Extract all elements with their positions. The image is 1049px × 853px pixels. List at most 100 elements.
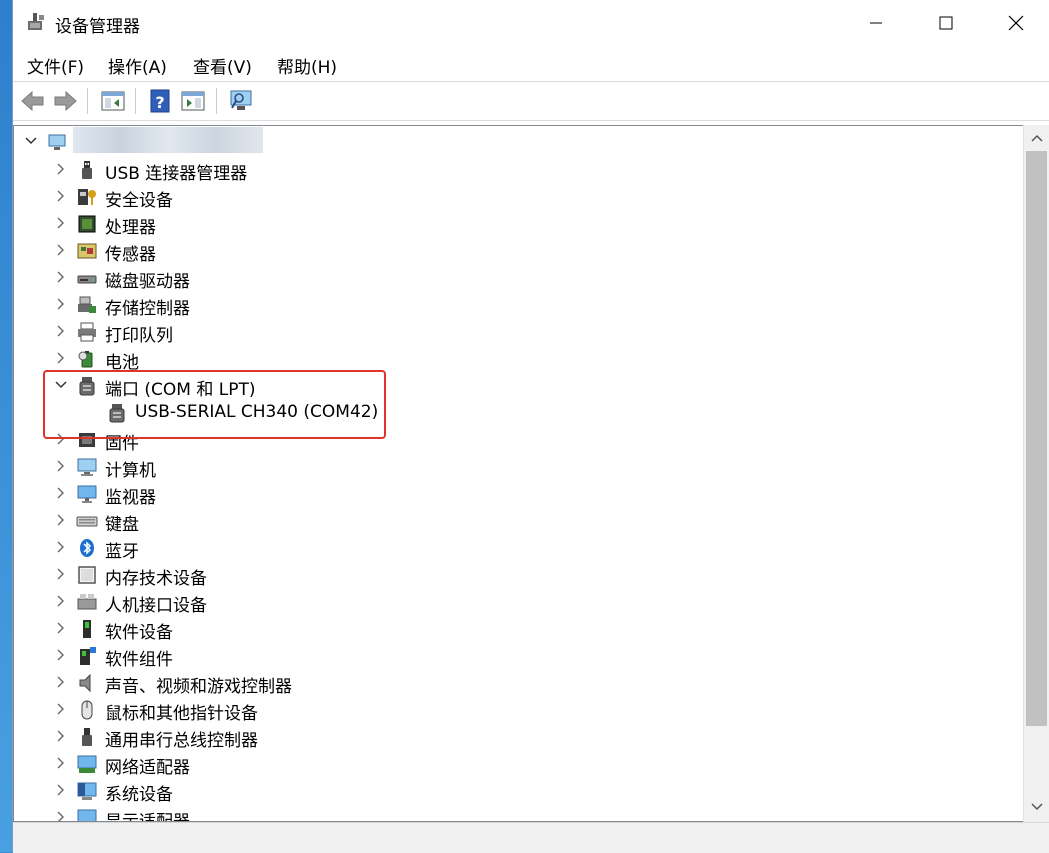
usb-controller-icon [82,728,92,746]
chevron-right-icon[interactable] [54,350,68,366]
menu-view[interactable]: 查看(V) [193,53,252,78]
tree-item[interactable]: 声音、视频和游戏控制器 [14,669,1014,697]
monitor-icon [77,485,97,503]
chevron-right-icon[interactable] [54,755,68,771]
display-adapter-icon [77,809,97,821]
chevron-right-icon[interactable] [54,647,68,663]
chevron-down-icon[interactable] [24,133,38,149]
usb-connector-icon [82,161,92,179]
help-icon[interactable]: ? [146,87,174,115]
system-device-icon [77,782,97,800]
menu-bar: 文件(F) 操作(A) 查看(V) 帮助(H) [13,46,1049,80]
chevron-right-icon[interactable] [54,593,68,609]
chevron-right-icon[interactable] [54,242,68,258]
disk-drive-icon [77,275,97,284]
chevron-right-icon[interactable] [54,728,68,744]
tree-item[interactable]: 显示适配器 [14,804,1014,822]
chevron-right-icon[interactable] [54,512,68,528]
tree-item[interactable]: USB 连接器管理器 [14,156,1014,184]
tree-item[interactable]: 内存技术设备 [14,561,1014,589]
chevron-right-icon[interactable] [54,215,68,231]
chevron-right-icon[interactable] [54,539,68,555]
svg-text:?: ? [155,93,164,112]
chevron-right-icon[interactable] [54,269,68,285]
chevron-right-icon[interactable] [54,809,68,822]
tree-item[interactable]: 安全设备 [14,183,1014,211]
show-hide-console-tree-icon[interactable] [99,87,127,115]
chevron-right-icon[interactable] [54,296,68,312]
network-adapter-icon [77,755,97,773]
window-title: 设备管理器 [55,17,140,37]
back-arrow-icon[interactable] [19,87,47,115]
forward-arrow-icon[interactable] [51,87,79,115]
computer-icon [77,458,97,476]
title-bar[interactable]: 设备管理器 [13,0,1049,46]
chevron-right-icon[interactable] [54,458,68,474]
tree-item[interactable]: 计算机 [14,453,1014,481]
tree-item[interactable]: 打印队列 [14,318,1014,346]
tree-item[interactable]: 通用串行总线控制器 [14,723,1014,751]
chevron-right-icon[interactable] [54,188,68,204]
tree-item[interactable]: 传感器 [14,237,1014,265]
scan-hardware-changes-icon[interactable] [227,87,255,115]
tree-item-label: 软件设备 [105,623,173,643]
sound-icon [79,673,91,693]
device-manager-window: 设备管理器 文件(F) 操作(A) 查看(V) 帮助(H) ? USB 连接器管… [12,0,1049,853]
tree-item[interactable]: 处理器 [14,210,1014,238]
device-tree[interactable]: USB 连接器管理器 安全设备 处理器 传感器 磁盘驱动器 存储控制器 打印队列 电池 端口 (… [13,125,1023,822]
minimize-button[interactable] [841,0,911,46]
tree-item-label: USB 连接器管理器 [105,164,248,184]
tree-item-label: 网络适配器 [105,758,190,778]
printer-icon [78,322,96,342]
toolbar: ? [13,81,1049,121]
tree-item[interactable]: 键盘 [14,507,1014,535]
properties-pane-icon[interactable] [179,87,207,115]
tree-item-label: 打印队列 [105,326,173,346]
chevron-right-icon[interactable] [54,674,68,690]
chevron-right-icon[interactable] [54,782,68,798]
scrollbar-thumb[interactable] [1026,151,1047,726]
scroll-up-icon[interactable] [1031,133,1043,143]
sensor-icon [77,243,97,259]
tree-item[interactable]: 鼠标和其他指针设备 [14,696,1014,724]
close-button[interactable] [981,0,1049,46]
processor-icon [78,215,96,233]
chevron-right-icon[interactable] [54,485,68,501]
tree-item[interactable]: 监视器 [14,480,1014,508]
keyboard-icon [76,516,98,527]
tree-item[interactable]: 人机接口设备 [14,588,1014,616]
battery-icon [78,351,93,368]
maximize-icon [939,16,953,30]
tree-item-label: 声音、视频和游戏控制器 [105,677,292,697]
computer-name-redacted [73,127,263,153]
tree-item[interactable]: 蓝牙 [14,534,1014,562]
tree-item[interactable]: 存储控制器 [14,291,1014,319]
menu-action[interactable]: 操作(A) [108,53,167,78]
chevron-right-icon[interactable] [54,566,68,582]
tree-item-label: 系统设备 [105,785,173,805]
chevron-right-icon[interactable] [54,323,68,339]
port-highlight-annotation [43,370,386,439]
tree-item[interactable]: 电池 [14,345,1014,373]
memory-tech-icon [78,566,96,584]
tree-item-label: 通用串行总线控制器 [105,731,258,751]
chevron-right-icon[interactable] [54,701,68,717]
tree-item-label: 人机接口设备 [105,596,207,616]
tree-item-label: 内存技术设备 [105,569,207,589]
tree-item[interactable]: 软件设备 [14,615,1014,643]
scroll-down-icon[interactable] [1031,802,1043,812]
chevron-right-icon[interactable] [54,161,68,177]
tree-item-label: 蓝牙 [105,542,139,562]
close-icon [1008,15,1024,31]
chevron-right-icon[interactable] [54,620,68,636]
tree-item[interactable]: 软件组件 [14,642,1014,670]
tree-item[interactable]: 磁盘驱动器 [14,264,1014,292]
vertical-scrollbar[interactable] [1023,125,1049,822]
tree-item-label: 传感器 [105,245,156,265]
software-device-icon [83,620,91,638]
tree-item[interactable]: 系统设备 [14,777,1014,805]
menu-file[interactable]: 文件(F) [27,53,84,78]
tree-item[interactable]: 网络适配器 [14,750,1014,778]
menu-help[interactable]: 帮助(H) [277,53,337,78]
maximize-button[interactable] [911,0,981,46]
